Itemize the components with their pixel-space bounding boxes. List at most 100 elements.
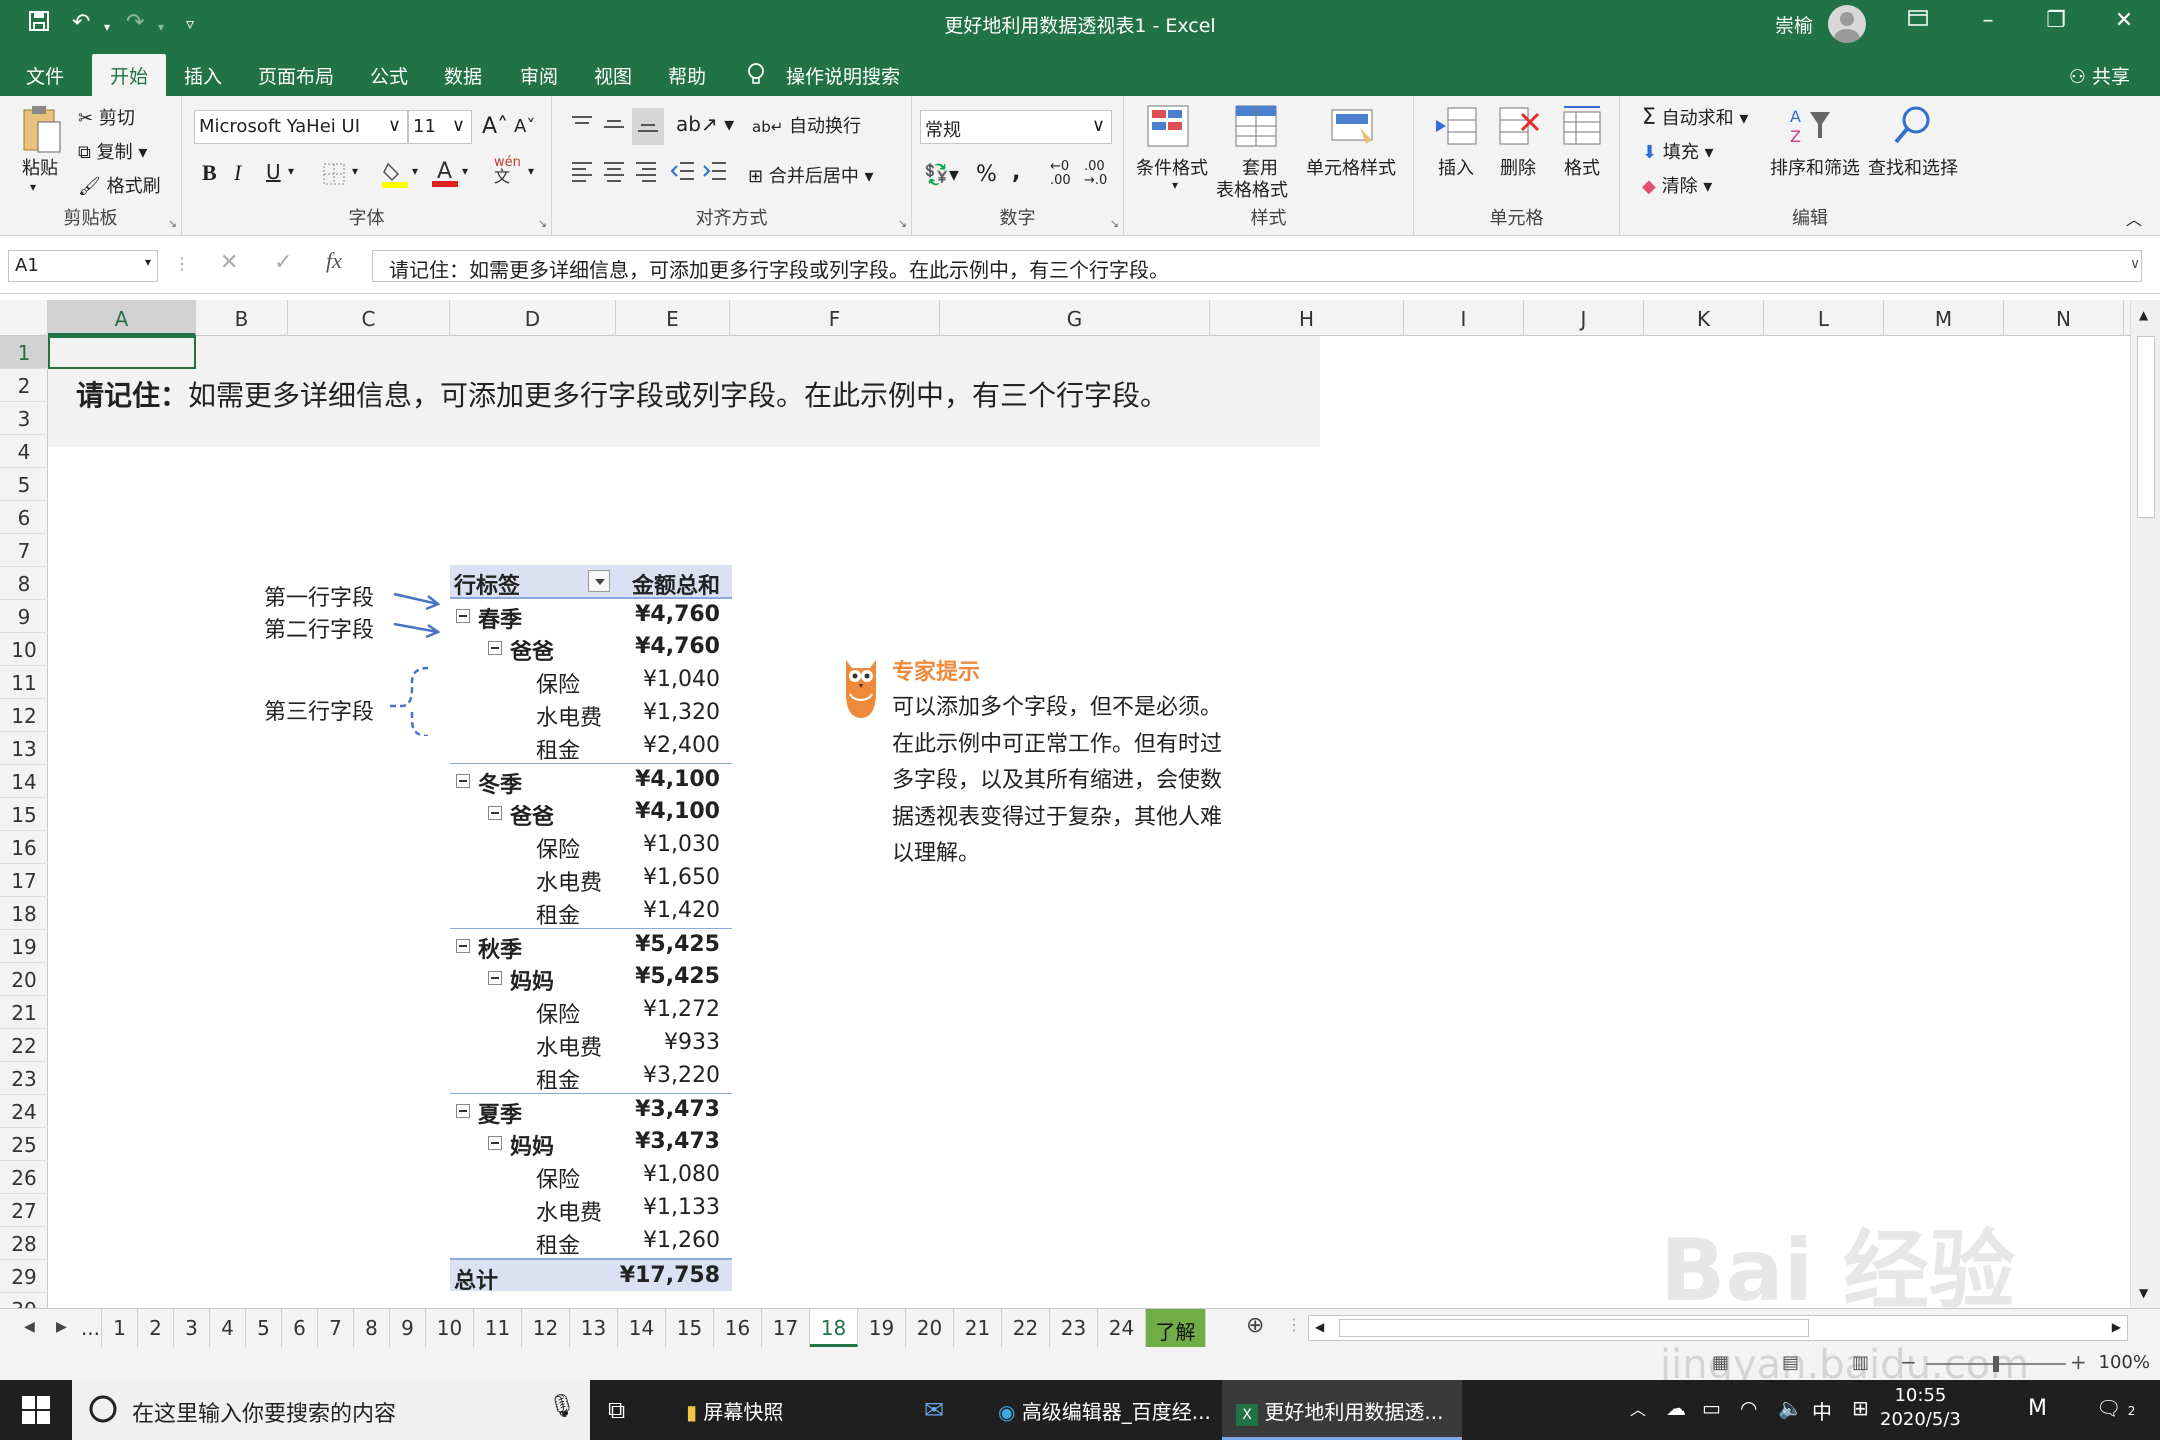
- row-header[interactable]: 4: [0, 435, 48, 468]
- row-header[interactable]: 30: [0, 1293, 48, 1308]
- pivot-row[interactable]: 租金 ¥3,220: [450, 1060, 732, 1094]
- conditional-format-label[interactable]: 条件格式: [1136, 154, 1208, 180]
- ime-indicator[interactable]: 中: [1812, 1396, 1832, 1425]
- sheet-tab[interactable]: 3: [174, 1309, 210, 1347]
- windows-start-icon[interactable]: [22, 1396, 50, 1429]
- sheet-tab[interactable]: 14: [618, 1309, 666, 1347]
- pivot-row[interactable]: 冬季 ¥4,100: [450, 763, 732, 798]
- select-all-corner[interactable]: [0, 300, 48, 336]
- tab-help[interactable]: 帮助: [668, 62, 706, 89]
- pivot-row[interactable]: 保险 ¥1,030: [450, 829, 732, 863]
- cell-styles-icon[interactable]: [1330, 104, 1376, 153]
- tab-review[interactable]: 审阅: [520, 62, 558, 89]
- row-header[interactable]: 14: [0, 765, 48, 798]
- align-bottom-icon[interactable]: [632, 108, 664, 145]
- column-header[interactable]: K: [1644, 300, 1764, 336]
- sheet-tab[interactable]: 16: [714, 1309, 762, 1347]
- more-icon[interactable]: ⋮: [174, 254, 190, 273]
- collapse-icon[interactable]: [456, 609, 470, 623]
- formula-input[interactable]: 请记住：如需更多详细信息，可添加更多行字段或列字段。在此示例中，有三个行字段。: [372, 250, 2142, 282]
- sheet-tab[interactable]: 20: [906, 1309, 954, 1347]
- row-header[interactable]: 17: [0, 864, 48, 897]
- scroll-up-icon[interactable]: ▲: [2139, 308, 2148, 322]
- sheet-tab[interactable]: 2: [138, 1309, 174, 1347]
- format-cells-label[interactable]: 格式: [1564, 154, 1600, 180]
- taskbar-item-edge[interactable]: ◉ 高级编辑器_百度经...: [984, 1380, 1218, 1440]
- alignment-launcher-icon[interactable]: ↘: [898, 217, 907, 230]
- row-header[interactable]: 1: [0, 336, 48, 369]
- tell-me-search[interactable]: 操作说明搜索: [786, 62, 900, 89]
- find-select-icon[interactable]: [1890, 104, 1934, 153]
- accounting-format-icon[interactable]: 💱▾: [924, 162, 959, 186]
- column-header[interactable]: L: [1764, 300, 1884, 336]
- phonetic-dropdown-icon[interactable]: ▾: [528, 164, 534, 178]
- pivot-row[interactable]: 水电费 ¥933: [450, 1027, 732, 1061]
- align-middle-icon[interactable]: [602, 114, 626, 139]
- add-sheet-icon[interactable]: ⊕: [1246, 1313, 1264, 1338]
- collapse-ribbon-icon[interactable]: ︿: [2126, 206, 2142, 230]
- row-header[interactable]: 15: [0, 798, 48, 831]
- number-launcher-icon[interactable]: ↘: [1110, 217, 1119, 230]
- conditional-format-icon[interactable]: [1146, 104, 1192, 153]
- filter-dropdown-icon[interactable]: [588, 570, 610, 592]
- column-header[interactable]: D: [450, 300, 616, 336]
- sheet-tab[interactable]: 13: [570, 1309, 618, 1347]
- insert-cells-icon[interactable]: [1434, 104, 1478, 153]
- row-header[interactable]: 27: [0, 1194, 48, 1227]
- pivot-row[interactable]: 水电费 ¥1,133: [450, 1192, 732, 1226]
- pivot-row[interactable]: 夏季 ¥3,473: [450, 1093, 732, 1128]
- pivot-row[interactable]: 水电费 ¥1,320: [450, 697, 732, 731]
- align-left-icon[interactable]: [570, 160, 594, 187]
- underline-button[interactable]: U: [266, 160, 281, 184]
- row-header[interactable]: 18: [0, 897, 48, 930]
- cancel-icon[interactable]: ✕: [220, 250, 238, 275]
- pivot-row[interactable]: 保险 ¥1,040: [450, 664, 732, 698]
- font-color-dropdown-icon[interactable]: ▾: [462, 164, 468, 178]
- app-logo-icon[interactable]: M: [2028, 1396, 2047, 1421]
- sheet-tab[interactable]: 了解 ...: [1146, 1309, 1206, 1369]
- paste-icon[interactable]: [20, 104, 64, 161]
- row-header[interactable]: 3: [0, 402, 48, 435]
- format-cells-icon[interactable]: [1560, 104, 1604, 153]
- row-header[interactable]: 11: [0, 666, 48, 699]
- collapse-icon[interactable]: [488, 1136, 502, 1150]
- row-header[interactable]: 19: [0, 930, 48, 963]
- scroll-right-icon[interactable]: ▶: [2112, 1320, 2121, 1334]
- shrink-font-button[interactable]: A˅: [514, 116, 535, 137]
- number-format-select[interactable]: 常规 ∨: [920, 110, 1112, 144]
- taskbar-item-screenshots[interactable]: ▮ 屏幕快照: [668, 1380, 888, 1440]
- pivot-row[interactable]: 保险 ¥1,272: [450, 994, 732, 1028]
- tab-page-layout[interactable]: 页面布局: [258, 62, 334, 89]
- insert-function-icon[interactable]: fx: [326, 248, 342, 274]
- cells-area[interactable]: 请记住：如需更多详细信息，可添加更多行字段或列字段。在此示例中，有三个行字段。 …: [48, 336, 2130, 1308]
- onedrive-icon[interactable]: ☁: [1666, 1396, 1686, 1420]
- increase-decimal-icon[interactable]: ←0.00: [1050, 160, 1071, 188]
- row-header[interactable]: 12: [0, 699, 48, 732]
- wifi-icon[interactable]: ◠: [1740, 1396, 1757, 1420]
- sort-filter-icon[interactable]: AZ: [1788, 104, 1832, 153]
- borders-dropdown-icon[interactable]: ▾: [352, 164, 358, 178]
- pivot-row[interactable]: 总计 ¥17,758: [450, 1258, 732, 1294]
- next-sheet-icon[interactable]: ▶: [56, 1319, 67, 1335]
- zoom-in-icon[interactable]: +: [2070, 1350, 2087, 1374]
- mail-icon[interactable]: ✉: [924, 1380, 944, 1440]
- format-as-table-label-2[interactable]: 表格格式: [1216, 176, 1288, 202]
- restore-icon[interactable]: ❐: [2036, 8, 2076, 33]
- tab-view[interactable]: 视图: [594, 62, 632, 89]
- row-header[interactable]: 9: [0, 600, 48, 633]
- pivot-table[interactable]: 行标签 金额总和 春季 ¥4,760 爸爸 ¥4,760 保险 ¥1,040 水电费 ¥1,320…: [450, 565, 732, 1294]
- pivot-row[interactable]: 水电费 ¥1,650: [450, 862, 732, 896]
- decrease-indent-icon[interactable]: [670, 160, 696, 187]
- sheet-tab[interactable]: 17: [762, 1309, 810, 1347]
- row-header[interactable]: 6: [0, 501, 48, 534]
- scroll-down-icon[interactable]: ▼: [2139, 1286, 2148, 1300]
- copy-button[interactable]: ⧉ 复制 ▾: [78, 138, 147, 164]
- share-button[interactable]: ⚇ 共享: [2069, 62, 2130, 89]
- pivot-row[interactable]: 爸爸 ¥4,100: [450, 796, 732, 830]
- pivot-row[interactable]: 妈妈 ¥5,425: [450, 961, 732, 995]
- collapse-icon[interactable]: [456, 1104, 470, 1118]
- column-header[interactable]: N: [2004, 300, 2124, 336]
- fill-button[interactable]: ⬇ 填充 ▾: [1642, 138, 1714, 164]
- row-header[interactable]: 10: [0, 633, 48, 666]
- ribbon-display-options-icon[interactable]: [1898, 8, 1938, 34]
